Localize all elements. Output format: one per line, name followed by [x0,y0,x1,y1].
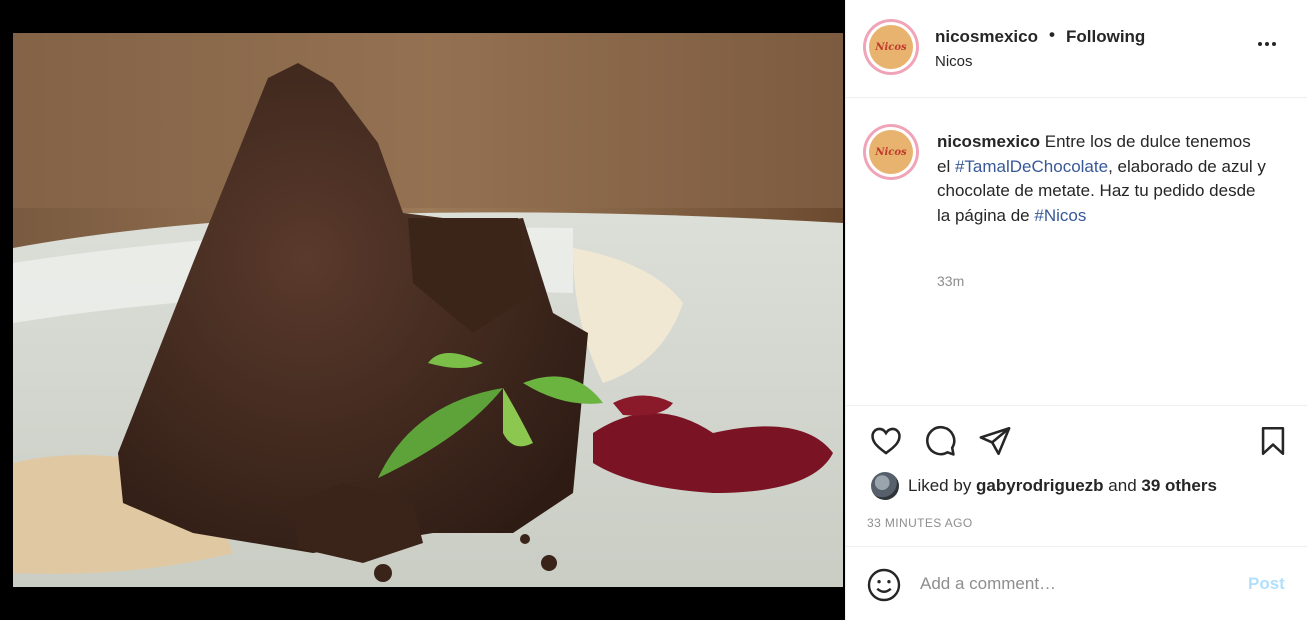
smiley-icon[interactable] [866,567,902,603]
action-bar: Liked by gabyrodriguezb and 39 others 33… [846,405,1307,545]
nicos-logo: Nicos [869,25,913,69]
post-photo[interactable] [13,33,843,587]
chocolate-tamal-photo [13,33,843,587]
add-comment-input[interactable] [920,569,1220,599]
post-timestamp[interactable]: 33 MINUTES AGO [867,516,973,530]
liker-username[interactable]: gabyrodriguezb [976,476,1104,495]
comment-icon[interactable] [920,421,960,461]
heart-icon[interactable] [866,421,906,461]
nicos-logo: Nicos [869,130,913,174]
post-header: Nicos nicosmexico • Following Nicos [846,0,1307,98]
caption-time[interactable]: 33m [937,273,964,289]
profile-avatar[interactable]: Nicos [863,19,919,75]
caption-avatar[interactable]: Nicos [863,124,919,180]
post-media [0,0,845,620]
liker-avatar[interactable] [871,472,899,500]
hashtag-link[interactable]: #Nicos [1034,206,1086,225]
likes-others-link[interactable]: 39 others [1141,476,1217,495]
bookmark-icon[interactable] [1253,421,1293,461]
caption-username[interactable]: nicosmexico [937,132,1040,151]
likes-summary: Liked by gabyrodriguezb and 39 others [871,472,1217,500]
following-button[interactable]: Following [1066,27,1145,47]
hashtag-link[interactable]: #TamalDeChocolate [955,157,1108,176]
likes-middle: and [1103,476,1142,495]
likes-prefix: Liked by [908,476,977,495]
header-separator-dot: • [1049,25,1055,44]
caption-area: Nicos nicosmexico Entre los de dulce ten… [846,99,1307,405]
post-comment-button[interactable]: Post [1248,574,1285,594]
location-link[interactable]: Nicos [935,53,973,70]
send-icon[interactable] [975,421,1015,461]
comment-bar: Post [846,546,1307,620]
more-options-icon[interactable] [1252,34,1282,54]
header-username[interactable]: nicosmexico [935,27,1038,47]
caption-text: nicosmexico Entre los de dulce tenemos e… [937,130,1267,228]
post-sidebar: Nicos nicosmexico • Following Nicos Nico… [845,0,1307,620]
